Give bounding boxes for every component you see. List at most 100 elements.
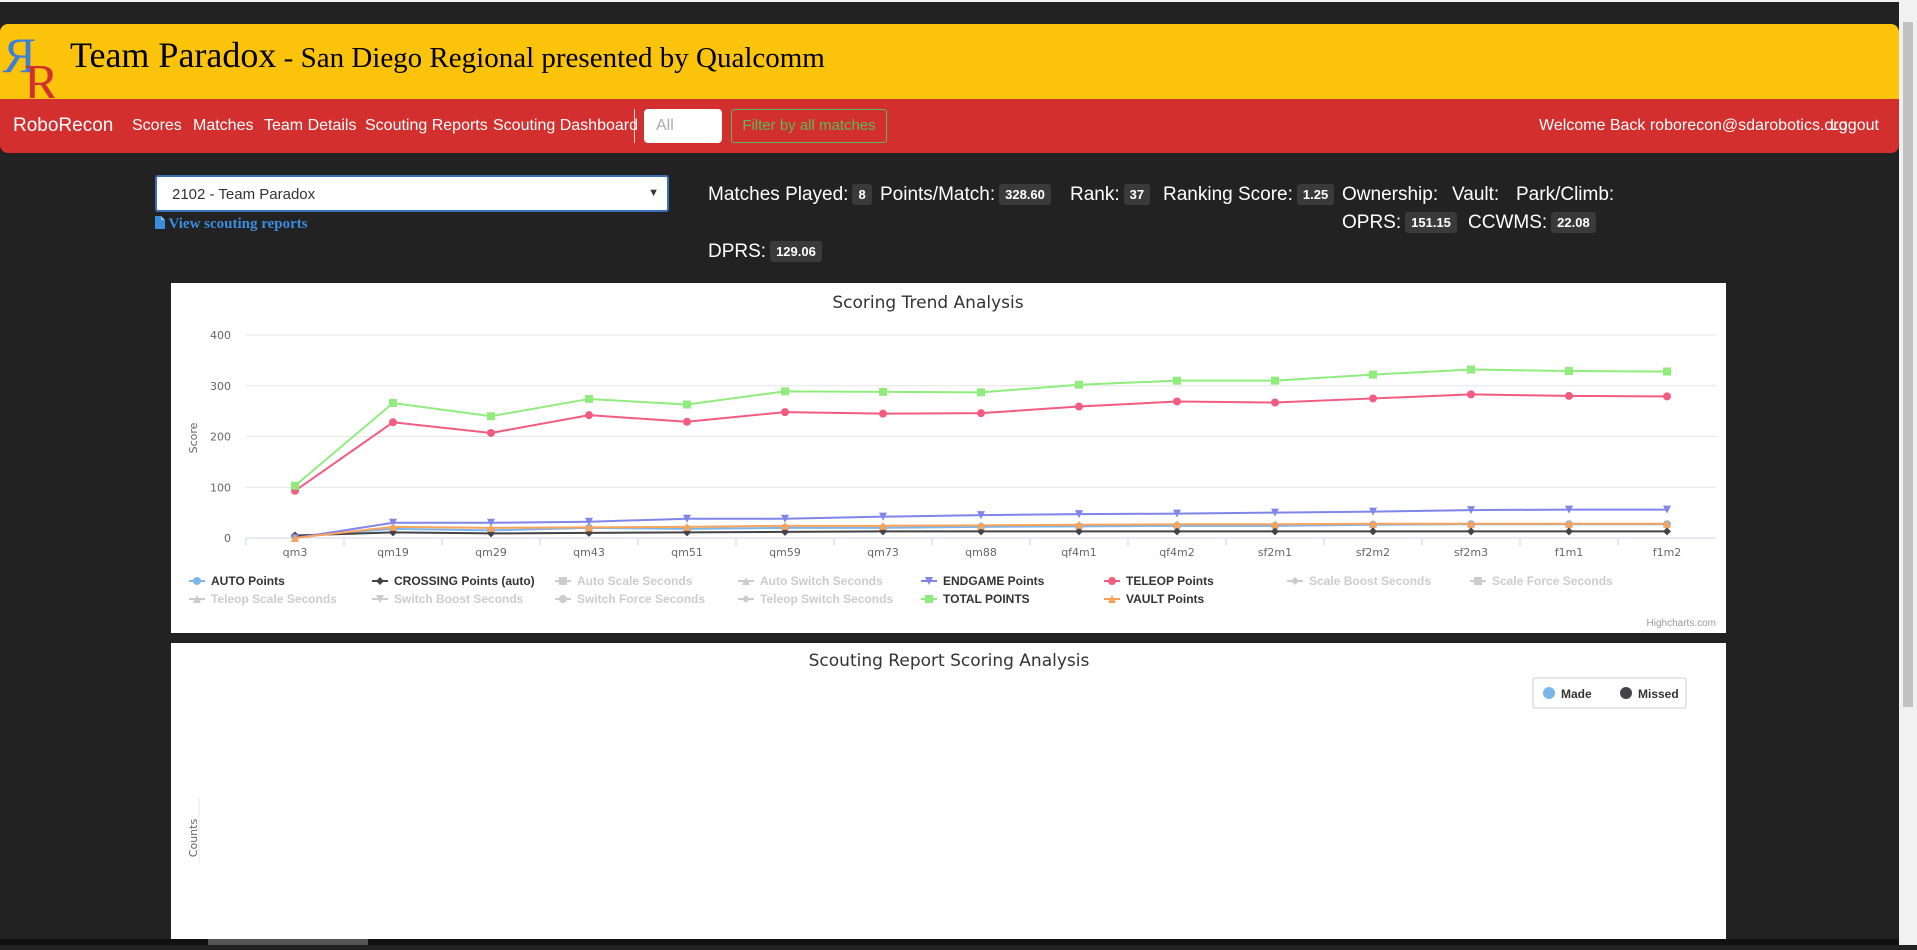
data-point[interactable] (487, 428, 495, 437)
welcome-text: Welcome Back roborecon@sdarobotics.org (1539, 117, 1848, 134)
legend-item[interactable]: CROSSING Points (auto) (372, 574, 535, 588)
legend-marker (1620, 687, 1632, 699)
data-point[interactable] (977, 388, 985, 397)
stat-ownership: Ownership: (1342, 184, 1438, 206)
y-tick-label: 300 (210, 380, 231, 393)
stat-ccwms: CCWMS: 22.08 (1468, 212, 1596, 234)
legend-label: TELEOP Points (1126, 574, 1214, 588)
legend-item[interactable]: ENDGAME Points (921, 574, 1045, 588)
legend-marker[interactable] (193, 577, 201, 585)
brand-link[interactable]: RoboRecon (13, 115, 113, 137)
data-point[interactable] (683, 417, 691, 426)
chart-title: Scouting Report Scoring Analysis (809, 651, 1090, 671)
nav-scores[interactable]: Scores (132, 117, 182, 135)
legend-marker[interactable] (376, 577, 384, 585)
stat-badge: 8 (852, 184, 872, 206)
data-point[interactable] (487, 412, 495, 421)
nav-scouting-dashboard[interactable]: Scouting Dashboard (493, 117, 638, 135)
stat-badge: 328.60 (999, 184, 1051, 206)
data-point[interactable] (1565, 391, 1573, 400)
series-teleop-points (291, 390, 1671, 495)
nav-matches[interactable]: Matches (193, 117, 253, 135)
legend-item[interactable]: Scale Force Seconds (1470, 574, 1613, 588)
legend-marker[interactable] (742, 595, 750, 603)
horizontal-scrollbar[interactable] (0, 939, 1899, 945)
legend-marker[interactable] (1108, 577, 1116, 585)
data-point[interactable] (1075, 402, 1083, 411)
legend-item[interactable]: Switch Boost Seconds (372, 592, 524, 606)
logout-link[interactable]: Logout (1830, 117, 1879, 135)
legend-item[interactable]: Scale Boost Seconds (1287, 574, 1431, 588)
data-point[interactable] (1173, 376, 1181, 385)
data-point[interactable] (683, 400, 691, 409)
data-point[interactable] (1663, 527, 1671, 536)
data-point[interactable] (1075, 380, 1083, 389)
team-select[interactable]: 2102 - Team Paradox ▼ (155, 175, 669, 212)
stat-label: CCWMS: (1468, 212, 1548, 233)
data-point[interactable] (389, 399, 397, 408)
filter-matches-button[interactable]: Filter by all matches (731, 109, 887, 143)
stat-label: Ownership: (1342, 184, 1439, 205)
scouting-report-chart: Scouting Report Scoring Analysis Counts … (171, 643, 1726, 945)
legend-marker[interactable] (559, 577, 567, 585)
data-point[interactable] (781, 387, 789, 396)
legend-item[interactable]: Teleop Scale Seconds (189, 592, 337, 606)
x-tick-label: qm59 (769, 546, 801, 559)
data-point[interactable] (585, 394, 593, 403)
nav-scouting-reports[interactable]: Scouting Reports (365, 117, 488, 135)
data-point[interactable] (1271, 376, 1279, 385)
data-point[interactable] (1369, 370, 1377, 379)
legend-item[interactable]: VAULT Points (1104, 592, 1205, 606)
legend-label: Scale Force Seconds (1492, 574, 1613, 588)
legend-label: Auto Switch Seconds (760, 574, 883, 588)
data-point[interactable] (781, 408, 789, 417)
series-line (294, 393, 1668, 492)
legend-label: Switch Boost Seconds (394, 592, 524, 606)
data-point[interactable] (1565, 527, 1573, 536)
data-point[interactable] (1663, 367, 1671, 376)
data-point[interactable] (1565, 367, 1573, 376)
data-point[interactable] (1369, 394, 1377, 403)
data-point[interactable] (1271, 398, 1279, 407)
stat-badge: 129.06 (770, 241, 822, 263)
legend-marker[interactable] (1291, 577, 1299, 585)
stat-badge: 1.25 (1296, 184, 1335, 206)
data-point[interactable] (585, 411, 593, 420)
data-point[interactable] (1467, 365, 1475, 374)
data-point[interactable] (1467, 390, 1475, 399)
match-filter-input[interactable] (644, 109, 722, 143)
data-point[interactable] (1467, 527, 1475, 536)
legend-item[interactable]: TELEOP Points (1104, 574, 1214, 588)
nav-team-details[interactable]: Team Details (264, 117, 356, 135)
data-point[interactable] (879, 387, 887, 396)
vertical-scrollbar[interactable] (1899, 0, 1917, 945)
legend-marker[interactable] (925, 595, 933, 603)
scrollbar-thumb[interactable] (1903, 22, 1913, 707)
legend-item[interactable]: Teleop Switch Seconds (738, 592, 893, 606)
view-scouting-reports-link[interactable]: View scouting reports (155, 216, 308, 233)
scoring-trend-chart: Scoring Trend Analysis Score 0 100 200 300 4… (171, 283, 1726, 633)
chart-title: Scoring Trend Analysis (832, 293, 1023, 313)
horizontal-scrollbar-thumb[interactable] (208, 939, 368, 945)
data-point[interactable] (1369, 527, 1377, 536)
stat-label: Ranking Score: (1163, 184, 1293, 205)
legend-label: AUTO Points (211, 574, 285, 588)
data-point[interactable] (879, 409, 887, 418)
data-point[interactable] (389, 418, 397, 427)
event-banner: R R Team Paradox - San Diego Regional pr… (0, 24, 1899, 99)
data-point[interactable] (977, 409, 985, 418)
data-point[interactable] (1173, 397, 1181, 406)
stat-points-per-match: Points/Match: 328.60 (880, 184, 1051, 206)
legend-item[interactable]: AUTO Points (189, 574, 285, 588)
data-point[interactable] (291, 481, 299, 490)
legend-item[interactable]: Auto Scale Seconds (555, 574, 693, 588)
legend-item[interactable]: Switch Force Seconds (555, 592, 705, 606)
navbar: RoboRecon Scores Matches Team Details Sc… (0, 99, 1899, 153)
legend-item[interactable]: TOTAL POINTS (921, 592, 1030, 606)
legend-marker[interactable] (559, 595, 567, 603)
data-point[interactable] (1663, 392, 1671, 401)
highcharts-credits[interactable]: Highcharts.com (1647, 618, 1716, 629)
legend-item[interactable]: Auto Switch Seconds (738, 574, 883, 588)
x-tick-label: qm43 (573, 546, 605, 559)
legend-marker[interactable] (1474, 577, 1482, 585)
